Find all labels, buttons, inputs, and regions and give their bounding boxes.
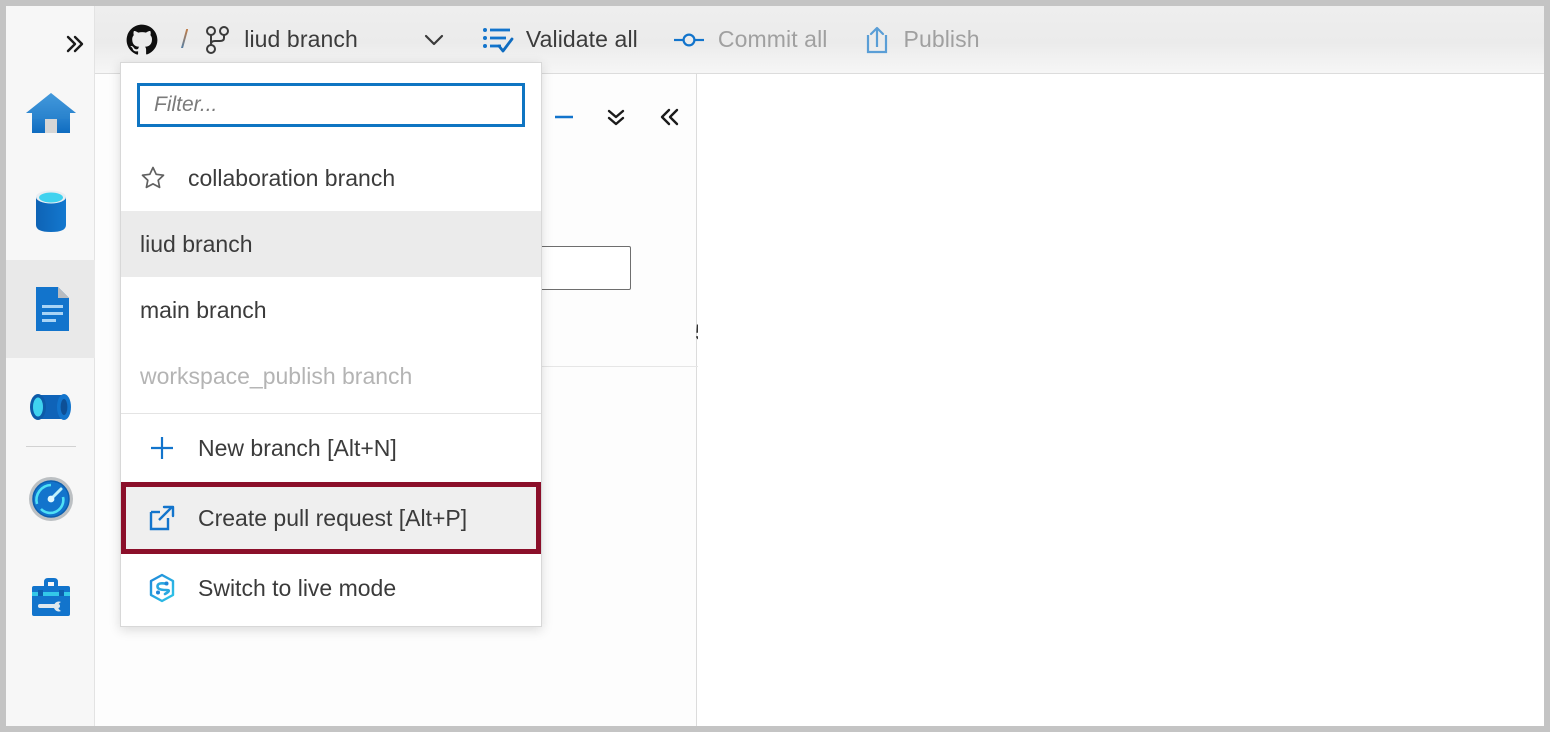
branch-option-label: main branch xyxy=(140,297,267,324)
menu-item-new-branch[interactable]: New branch [Alt+N] xyxy=(121,414,541,482)
branch-option-label: collaboration branch xyxy=(188,165,395,192)
home-icon xyxy=(24,89,78,137)
branch-name-label: liud branch xyxy=(244,26,358,53)
chevron-double-down-icon[interactable] xyxy=(603,104,629,130)
branch-option-workspace-publish: workspace_publish branch xyxy=(121,343,541,409)
sidebar-item-monitor[interactable] xyxy=(6,450,95,548)
publish-upload-icon xyxy=(862,24,892,56)
chevron-down-icon[interactable] xyxy=(420,26,448,54)
sidebar-item-manage[interactable] xyxy=(6,260,95,358)
branch-option-liud[interactable]: liud branch xyxy=(121,211,541,277)
commit-all-label: Commit all xyxy=(718,26,828,53)
sidebar-item-home[interactable] xyxy=(6,64,95,162)
menu-item-label: Create pull request [Alt+P] xyxy=(198,505,467,532)
sync-hex-icon xyxy=(140,572,184,604)
validate-all-label: Validate all xyxy=(526,26,638,53)
star-outline-icon xyxy=(140,165,174,191)
menu-item-label: Switch to live mode xyxy=(198,575,396,602)
sidebar-item-author[interactable] xyxy=(6,162,95,260)
branch-selector[interactable]: liud branch xyxy=(202,17,448,63)
branch-option-collaboration[interactable]: collaboration branch xyxy=(121,145,541,211)
gauge-icon xyxy=(25,473,77,525)
resources-pane-tools xyxy=(553,104,683,130)
minus-icon[interactable] xyxy=(553,106,575,128)
branch-option-label: liud branch xyxy=(140,231,253,258)
menu-item-label: New branch [Alt+N] xyxy=(198,435,397,462)
publish-label: Publish xyxy=(904,26,980,53)
sidebar-item-tools[interactable] xyxy=(6,548,95,646)
chevron-double-left-icon[interactable] xyxy=(657,104,683,130)
branch-filter-input[interactable] xyxy=(137,83,525,127)
branch-option-main[interactable]: main branch xyxy=(121,277,541,343)
expand-sidebar-button[interactable] xyxy=(54,24,94,64)
open-external-icon xyxy=(140,503,184,533)
rail-divider xyxy=(26,446,76,447)
plus-icon xyxy=(140,433,184,463)
repository-button[interactable] xyxy=(125,17,171,63)
github-icon xyxy=(125,23,159,57)
document-icon xyxy=(27,283,75,335)
toolbox-icon xyxy=(25,574,77,620)
validate-all-icon xyxy=(482,25,514,55)
validate-all-button[interactable]: Validate all xyxy=(482,17,638,63)
branch-option-label: workspace_publish branch xyxy=(140,363,412,390)
breadcrumb-separator: / xyxy=(181,24,188,55)
git-branch-icon xyxy=(202,24,232,56)
sidebar-item-pipeline[interactable] xyxy=(6,358,95,456)
menu-item-create-pull-request[interactable]: Create pull request [Alt+P] xyxy=(121,482,541,554)
commit-all-button[interactable]: Commit all xyxy=(672,17,828,63)
database-icon xyxy=(27,186,75,236)
chevron-double-right-icon xyxy=(61,31,87,57)
branch-dropdown-menu: collaboration branch liud branch main br… xyxy=(120,62,542,627)
spool-icon xyxy=(24,386,78,428)
menu-item-switch-live-mode[interactable]: Switch to live mode xyxy=(121,554,541,622)
publish-button[interactable]: Publish xyxy=(862,17,980,63)
filter-wrapper xyxy=(121,63,541,145)
canvas-pane xyxy=(698,74,1544,726)
left-navigation-rail xyxy=(6,6,95,726)
commit-icon xyxy=(672,28,706,52)
application-window: / liud branch xyxy=(0,0,1550,732)
